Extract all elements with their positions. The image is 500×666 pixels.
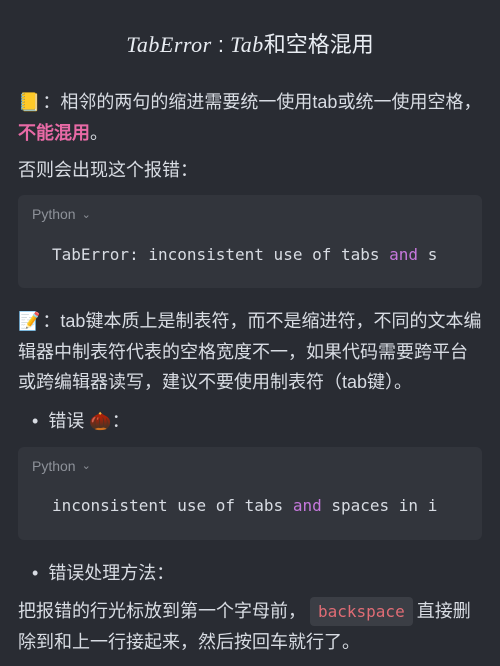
- p1-pre: ：相邻的两句的缩进需要统一使用tab或统一使用空格，: [42, 92, 481, 112]
- bul1-label: 错误: [48, 411, 89, 431]
- title-tail: 和空格混用: [264, 32, 374, 57]
- title-sep: :: [212, 32, 230, 57]
- code-body-1: TabError: inconsistent use of tabs and s: [18, 231, 482, 288]
- notebook-icon: 📒: [18, 87, 40, 118]
- p1-emphasis: 不能混用: [18, 123, 90, 143]
- code2-pre: inconsistent use of tabs: [52, 496, 293, 515]
- note-paragraph-2: 否则会出现这个报错：: [18, 155, 482, 186]
- code-header-1[interactable]: Python ⌄: [18, 195, 482, 231]
- code2-kw: and: [293, 496, 322, 515]
- code-lang-2: Python: [32, 455, 76, 479]
- p4-pre: 把报错的行光标放到第一个字母前，: [18, 601, 306, 621]
- note-paragraph-4: 把报错的行光标放到第一个字母前，backspace直接删除到和上一行接起来，然后…: [18, 596, 482, 657]
- code1-post: s: [418, 245, 437, 264]
- code1-kw: and: [389, 245, 418, 264]
- p1-post: 。: [90, 123, 108, 143]
- code1-pre: TabError: inconsistent use of tabs: [52, 245, 389, 264]
- chestnut-icon: 🌰: [89, 411, 111, 431]
- chevron-down-icon: ⌄: [82, 206, 91, 225]
- bul1-post: ：: [112, 411, 130, 431]
- bullet-solution: 错误处理方法：: [26, 558, 482, 589]
- memo-icon: 📝: [18, 306, 40, 337]
- code-header-2[interactable]: Python ⌄: [18, 447, 482, 483]
- title-italic-2: Tab: [230, 32, 264, 57]
- p3-text: ：tab键本质上是制表符，而不是缩进符，不同的文本编辑器中制表符代表的空格宽度不…: [18, 311, 481, 392]
- chevron-down-icon: ⌄: [82, 457, 91, 476]
- inline-code-backspace: backspace: [310, 597, 413, 626]
- code-block-2: Python ⌄ inconsistent use of tabs and sp…: [18, 447, 482, 540]
- note-paragraph-1: 📒：相邻的两句的缩进需要统一使用tab或统一使用空格， 不能混用。: [18, 87, 482, 148]
- code-body-2: inconsistent use of tabs and spaces in i: [18, 482, 482, 539]
- code-lang-1: Python: [32, 203, 76, 227]
- bullet-list-2: 错误处理方法：: [26, 558, 482, 589]
- bullet-list-1: 错误 🌰：: [26, 406, 482, 437]
- title-italic-1: TabError: [126, 32, 212, 57]
- bullet-error-example: 错误 🌰：: [26, 406, 482, 437]
- code-block-1: Python ⌄ TabError: inconsistent use of t…: [18, 195, 482, 288]
- note-paragraph-3: 📝：tab键本质上是制表符，而不是缩进符，不同的文本编辑器中制表符代表的空格宽度…: [18, 306, 482, 398]
- page-title: TabError : Tab和空格混用: [18, 26, 482, 63]
- code2-post: spaces in i: [322, 496, 438, 515]
